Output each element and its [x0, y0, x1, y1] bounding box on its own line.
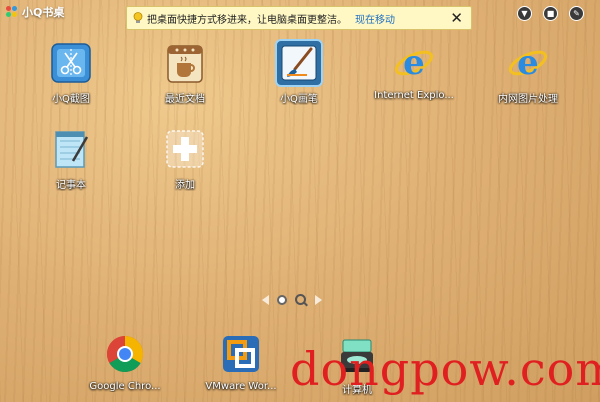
- app-title-text: 小Q书桌: [22, 6, 65, 19]
- app-label: Internet Explo...: [374, 90, 454, 101]
- app-xiaoq-screenshot[interactable]: 小Q截图: [26, 43, 116, 105]
- app-label: 小Q截图: [52, 94, 90, 105]
- notice-bar: 把桌面快捷方式移进来，让电脑桌面更整洁。 现在移动 ✕: [126, 6, 472, 30]
- skin-button[interactable]: ■: [543, 6, 558, 21]
- chrome-icon: [105, 334, 145, 374]
- app-xiaoq-paint[interactable]: 小Q画笔: [254, 39, 344, 105]
- dock-google-chrome[interactable]: Google Chro...: [80, 334, 170, 392]
- app-title: 小Q书桌: [6, 4, 64, 20]
- edit-button[interactable]: ✎: [569, 6, 584, 21]
- internet-explorer-icon: e: [394, 43, 434, 83]
- next-page-icon[interactable]: [315, 295, 322, 305]
- notice-text: 把桌面快捷方式移进来，让电脑桌面更整洁。: [147, 14, 347, 26]
- app-label: Google Chro...: [89, 381, 161, 392]
- notepad-icon: [51, 129, 91, 169]
- app-label: 记事本: [56, 180, 86, 191]
- menu-dropdown-button[interactable]: ▼: [517, 6, 532, 21]
- app-label: 添加: [175, 180, 195, 191]
- lightbulb-icon: [133, 12, 143, 23]
- screenshot-icon: [51, 43, 91, 83]
- dock-vmware-workstation[interactable]: VMware Wor...: [196, 334, 286, 392]
- app-intranet-image-processing[interactable]: e 内网图片处理: [483, 43, 573, 105]
- paint-brush-icon: [275, 39, 323, 87]
- internet-explorer-icon: e: [508, 43, 548, 83]
- app-add[interactable]: 添加: [140, 129, 230, 191]
- app-label: 最近文档: [165, 94, 205, 105]
- app-label: VMware Wor...: [205, 381, 277, 392]
- search-icon[interactable]: [295, 294, 307, 306]
- page-navigator: [262, 294, 322, 306]
- app-internet-explorer[interactable]: e Internet Explo...: [369, 43, 459, 101]
- app-recent-documents[interactable]: 最近文档: [140, 43, 230, 105]
- recent-docs-icon: [165, 43, 205, 83]
- watermark-text: dongpow.com: [290, 342, 600, 396]
- page-dot-active[interactable]: [277, 295, 287, 305]
- vmware-icon: [221, 334, 261, 374]
- prev-page-icon[interactable]: [262, 295, 269, 305]
- app-label: 小Q画笔: [280, 94, 318, 105]
- svg-text:e: e: [517, 43, 539, 83]
- move-now-link[interactable]: 现在移动: [355, 11, 395, 26]
- svg-text:e: e: [403, 43, 425, 83]
- notice-close-icon[interactable]: ✕: [450, 9, 463, 27]
- app-logo-icon: [6, 6, 18, 18]
- app-notepad[interactable]: 记事本: [26, 129, 116, 191]
- app-label: 内网图片处理: [498, 94, 558, 105]
- add-icon: [165, 129, 205, 169]
